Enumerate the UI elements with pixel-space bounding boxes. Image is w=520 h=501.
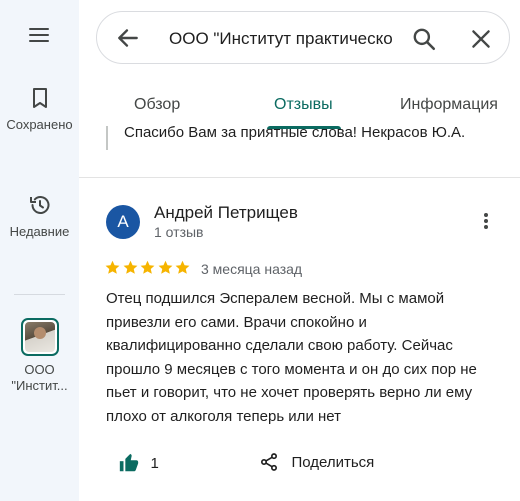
close-icon[interactable] [468, 26, 494, 52]
tab-reviews[interactable]: Отзывы [274, 96, 333, 114]
side-rail: Сохранено Недавние ООО "Инстит... [0, 0, 79, 501]
menu-icon [29, 28, 49, 30]
avatar[interactable]: А [106, 205, 140, 239]
review-date: 3 месяца назад [201, 261, 303, 277]
place-thumbnail [20, 318, 59, 356]
search-bar [96, 11, 510, 64]
tab-bar: Обзор Отзывы Информация [79, 86, 520, 130]
saved-label: Сохранено [6, 117, 73, 132]
history-icon [29, 196, 49, 214]
recent-label: Недавние [9, 224, 70, 239]
more-vert-icon [484, 213, 488, 217]
recent-nav-item[interactable]: Недавние [0, 193, 79, 241]
like-button[interactable]: 1 [118, 452, 159, 478]
menu-button[interactable] [24, 24, 54, 50]
star-icon [140, 260, 155, 274]
tab-overview[interactable]: Обзор [134, 96, 180, 114]
recent-place-item[interactable]: ООО "Инстит... [0, 318, 79, 394]
share-button[interactable]: Поделиться [259, 452, 374, 478]
owner-reply-text: Спасибо Вам за приятные слова! Некрасов … [124, 126, 466, 141]
star-icon [105, 260, 120, 274]
review-text: Отец подшился Эспералем весной. Мы с мам… [106, 290, 477, 425]
star-icon [175, 260, 190, 274]
star-rating [104, 259, 192, 277]
more-options-button[interactable] [476, 211, 496, 235]
like-count: 1 [150, 454, 159, 472]
tab-info[interactable]: Информация [400, 96, 498, 114]
reply-bar [106, 126, 108, 150]
search-input[interactable] [169, 29, 395, 49]
search-icon[interactable] [411, 26, 437, 52]
owner-reply: Спасибо Вам за приятные слова! Некрасов … [106, 126, 520, 154]
rail-divider [14, 294, 65, 295]
review-divider [79, 177, 520, 178]
review-author[interactable]: Андрей Петрищев [154, 203, 298, 223]
thumbs-up-icon [119, 453, 139, 472]
share-label: Поделиться [291, 453, 375, 471]
back-arrow-icon[interactable] [115, 25, 141, 51]
star-icon [123, 260, 137, 274]
place-label: ООО "Инстит... [11, 362, 68, 393]
star-icon [158, 260, 172, 274]
bookmark-icon [32, 88, 47, 108]
share-icon [261, 453, 277, 471]
saved-nav-item[interactable]: Сохранено [0, 86, 79, 134]
author-review-count: 1 отзыв [154, 224, 204, 240]
